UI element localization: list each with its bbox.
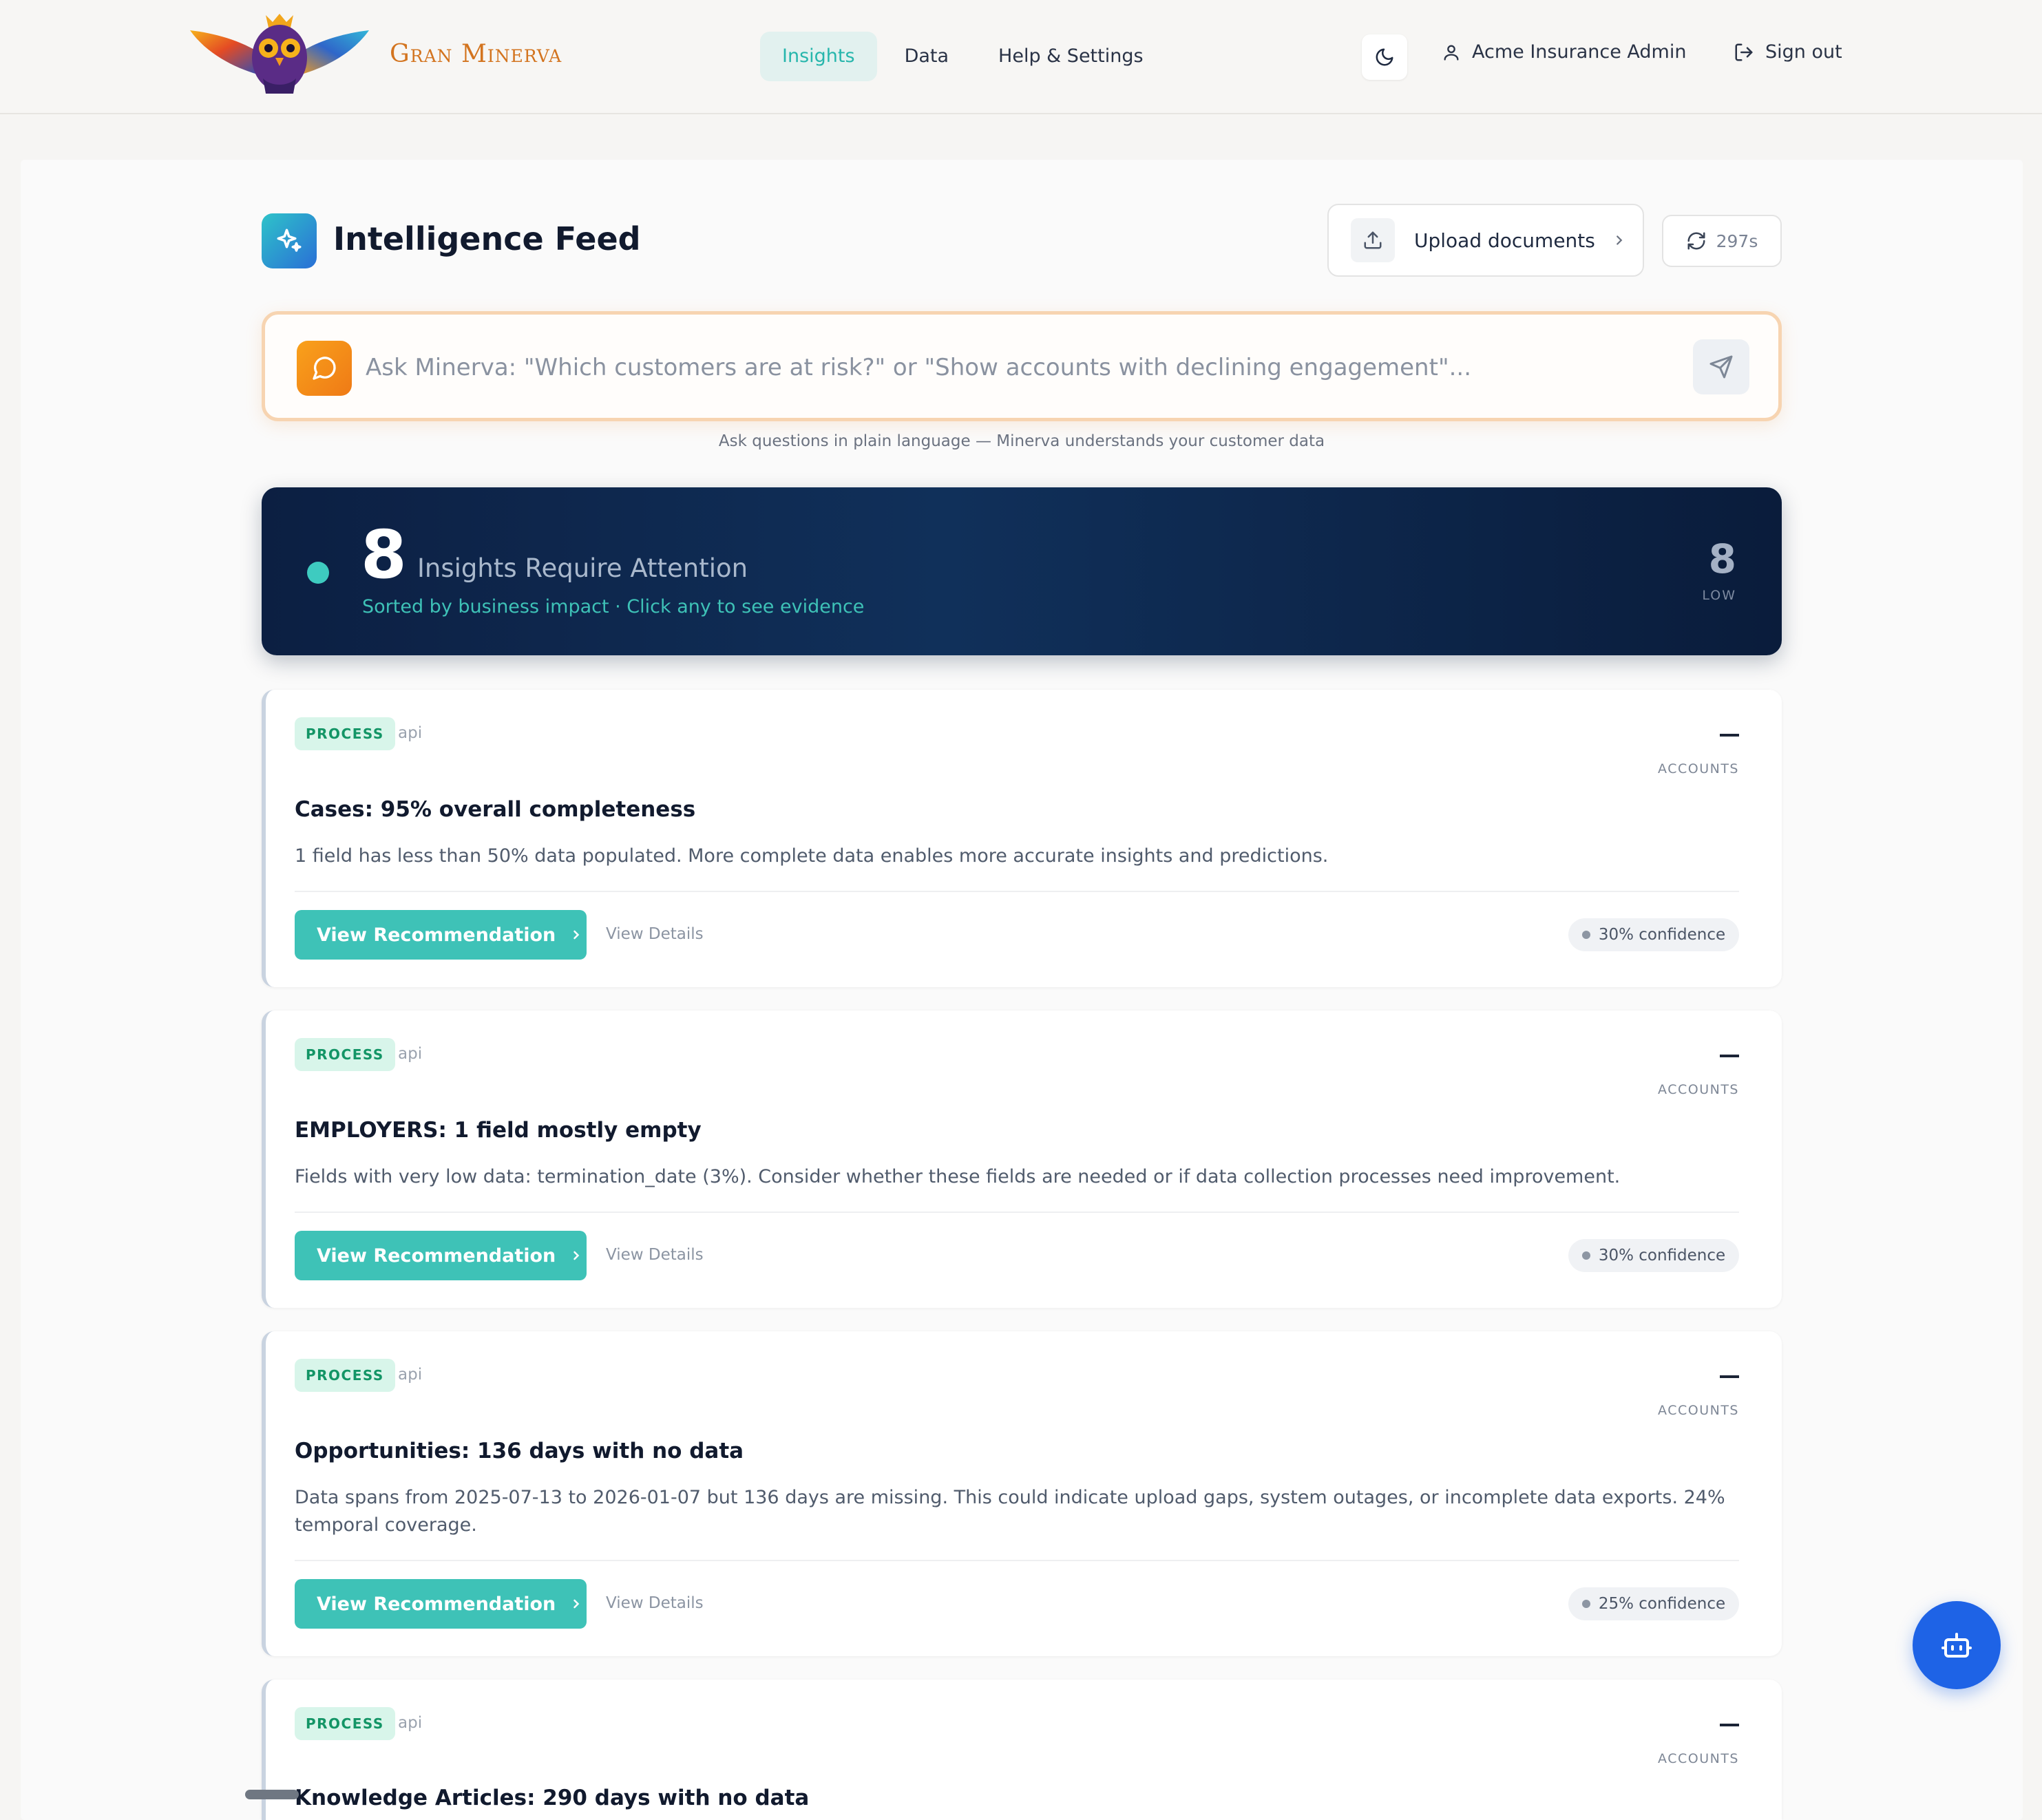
insight-count: 8 xyxy=(361,516,407,593)
low-count: 8 xyxy=(1708,536,1736,582)
main-nav: Insights Data Help & Settings xyxy=(760,32,1166,81)
insight-title: Knowledge Articles: 290 days with no dat… xyxy=(295,1786,810,1810)
brand-name[interactable]: Gran Minerva xyxy=(390,40,562,68)
low-count-label: LOW xyxy=(1702,588,1736,603)
view-recommendation-button[interactable]: View Recommendation xyxy=(295,1579,587,1629)
ask-minerva-input[interactable] xyxy=(366,345,1646,390)
accounts-label: ACCOUNTS xyxy=(1658,1403,1739,1418)
insight-description: Data spans from 2025-07-13 to 2026-01-07… xyxy=(295,1487,1725,1536)
insight-title: EMPLOYERS: 1 field mostly empty xyxy=(295,1118,702,1143)
confidence-badge: 25% confidence xyxy=(1568,1587,1739,1620)
chevron-right-icon xyxy=(1616,235,1623,245)
send-icon xyxy=(1709,355,1733,379)
insight-subtitle: Sorted by business impact · Click any to… xyxy=(362,596,865,617)
user-name: Acme Insurance Admin xyxy=(1472,41,1687,63)
bot-icon xyxy=(1941,1633,1972,1658)
nav-data[interactable]: Data xyxy=(883,32,971,81)
theme-toggle-button[interactable] xyxy=(1362,34,1407,80)
view-details-link[interactable]: View Details xyxy=(606,925,704,943)
insight-card[interactable]: PROCESS api ACCOUNTS EMPLOYERS: 1 field … xyxy=(262,1010,1782,1308)
insight-description: Fields with very low data: termination_d… xyxy=(295,1166,1621,1187)
source-label: api xyxy=(398,724,423,742)
category-tag: PROCESS xyxy=(295,1038,395,1071)
confidence-dot xyxy=(1581,1251,1590,1260)
accounts-value xyxy=(1720,1724,1739,1726)
confidence-label: 30% confidence xyxy=(1598,1247,1726,1265)
status-dot xyxy=(307,562,329,584)
insight-count-label: Insights Require Attention xyxy=(417,553,748,583)
owl-logo-icon[interactable] xyxy=(186,12,373,99)
view-details-link[interactable]: View Details xyxy=(606,1594,704,1612)
insight-card[interactable]: PROCESS api ACCOUNTS Cases: 95% overall … xyxy=(262,690,1782,987)
ask-hint-text: Ask questions in plain language — Minerv… xyxy=(718,432,1325,450)
upload-documents-button[interactable]: Upload documents xyxy=(1327,204,1644,277)
nav-insights[interactable]: Insights xyxy=(760,32,877,81)
view-details-link[interactable]: View Details xyxy=(606,1246,704,1264)
log-out-icon xyxy=(1735,43,1753,61)
accounts-label: ACCOUNTS xyxy=(1658,761,1739,776)
chevron-right-icon xyxy=(573,1251,580,1260)
source-label: api xyxy=(398,1714,423,1732)
chevron-right-icon xyxy=(573,930,580,940)
scroll-handle[interactable] xyxy=(245,1790,299,1799)
chat-bubble-icon xyxy=(297,341,352,396)
sign-out-label: Sign out xyxy=(1765,41,1842,63)
insight-card[interactable]: PROCESS api ACCOUNTS Opportunities: 136 … xyxy=(262,1331,1782,1656)
category-tag: PROCESS xyxy=(295,717,395,750)
card-divider xyxy=(295,891,1739,892)
accounts-value xyxy=(1720,1055,1739,1057)
confidence-dot xyxy=(1581,931,1590,939)
source-label: api xyxy=(398,1045,423,1063)
top-navigation-bar: Gran Minerva Insights Data Help & Settin… xyxy=(0,0,2042,114)
insight-card[interactable]: PROCESS api ACCOUNTS Knowledge Articles:… xyxy=(262,1680,1782,1820)
accounts-label: ACCOUNTS xyxy=(1658,1751,1739,1766)
refresh-icon xyxy=(1687,232,1705,250)
moon-icon xyxy=(1376,48,1393,66)
nav-help-settings[interactable]: Help & Settings xyxy=(976,32,1166,81)
card-divider xyxy=(295,1560,1739,1561)
view-recommendation-label: View Recommendation xyxy=(317,1245,556,1267)
accounts-value xyxy=(1720,1375,1739,1378)
view-recommendation-button[interactable]: View Recommendation xyxy=(295,1231,587,1280)
upload-documents-label: Upload documents xyxy=(1414,229,1595,252)
view-recommendation-label: View Recommendation xyxy=(317,924,556,946)
insight-title: Cases: 95% overall completeness xyxy=(295,797,696,822)
confidence-label: 30% confidence xyxy=(1598,926,1726,944)
user-icon xyxy=(1444,45,1459,61)
confidence-badge: 30% confidence xyxy=(1568,1239,1739,1272)
sparkles-icon xyxy=(262,213,317,268)
confidence-dot xyxy=(1581,1600,1590,1608)
accounts-label: ACCOUNTS xyxy=(1658,1082,1739,1097)
refresh-button[interactable]: 297s xyxy=(1662,215,1782,267)
insight-title: Opportunities: 136 days with no data xyxy=(295,1439,744,1463)
assistant-chat-button[interactable] xyxy=(1913,1601,2001,1689)
sign-out-button[interactable]: Sign out xyxy=(1734,41,1842,63)
upload-icon xyxy=(1351,218,1395,262)
card-divider xyxy=(295,1211,1739,1213)
insights-summary-banner: 8 Insights Require Attention Sorted by b… xyxy=(262,487,1782,655)
insight-description: 1 field has less than 50% data populated… xyxy=(295,845,1329,867)
category-tag: PROCESS xyxy=(295,1359,395,1392)
confidence-badge: 30% confidence xyxy=(1568,918,1739,951)
view-recommendation-button[interactable]: View Recommendation xyxy=(295,910,587,960)
send-button[interactable] xyxy=(1693,339,1749,394)
source-label: api xyxy=(398,1366,423,1384)
ask-minerva-box xyxy=(262,311,1782,421)
category-tag: PROCESS xyxy=(295,1707,395,1740)
confidence-label: 25% confidence xyxy=(1598,1595,1726,1613)
view-recommendation-label: View Recommendation xyxy=(317,1593,556,1615)
accounts-value xyxy=(1720,734,1739,737)
chevron-right-icon xyxy=(573,1599,580,1609)
refresh-countdown: 297s xyxy=(1716,231,1758,251)
user-menu[interactable]: Acme Insurance Admin xyxy=(1442,41,1686,63)
page-title: Intelligence Feed xyxy=(333,220,641,257)
